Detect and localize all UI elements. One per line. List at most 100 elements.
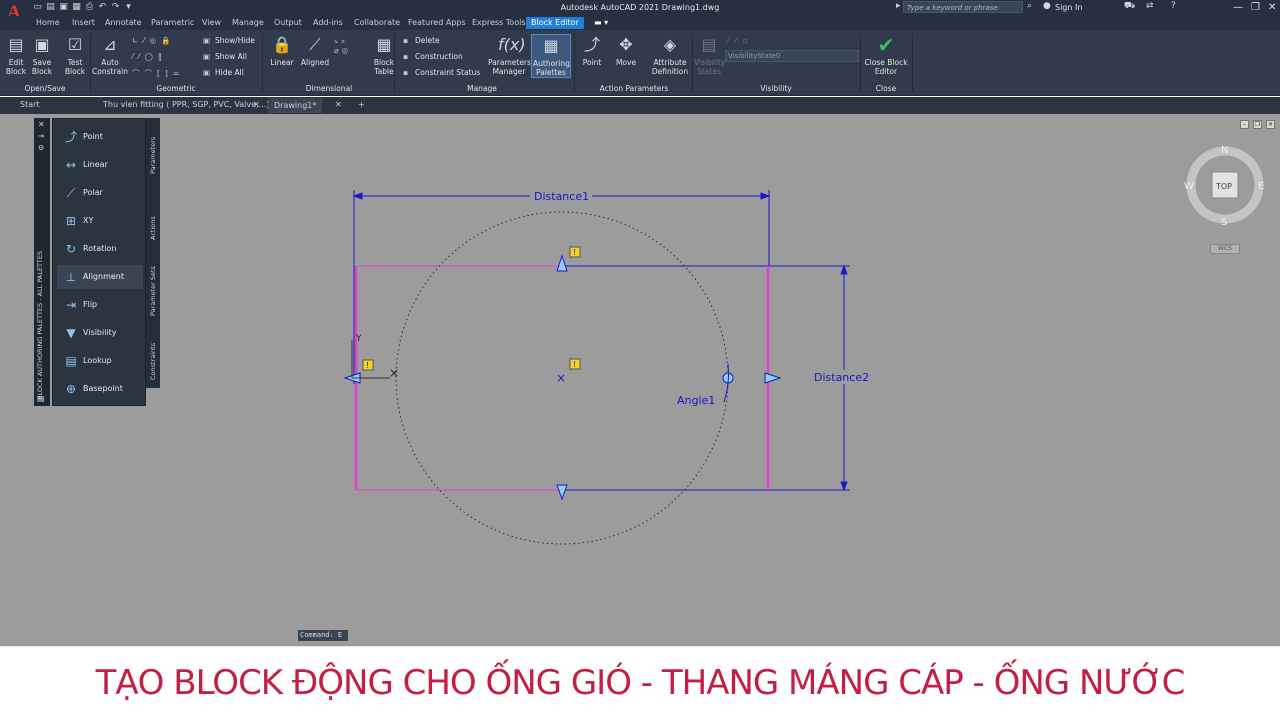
palette-tab-parameter-sets[interactable]: Parameter Sets — [149, 266, 157, 316]
panel-open-save[interactable]: Open/Save — [2, 84, 88, 93]
palette-item-basepoint[interactable]: ⊕ Basepoint — [57, 377, 143, 401]
palette-item-lookup[interactable]: ▤ Lookup — [57, 349, 143, 373]
point-parameter-button[interactable]: ⤴ Point — [578, 34, 606, 67]
palette-item-polar[interactable]: ⟋ Polar — [57, 181, 143, 205]
stretch-grip-top[interactable] — [556, 254, 568, 272]
visibility-states-button[interactable]: ▤ Visibility States — [694, 34, 725, 76]
visibility-state-select[interactable]: VisibilityState0 — [725, 50, 859, 62]
tab-add-ins[interactable]: Add-ins — [313, 18, 343, 27]
constraint-status-button[interactable]: ▪ Constraint Status — [403, 68, 480, 77]
visibility-mode-icons[interactable]: ⁄⁄▫ — [728, 36, 754, 45]
drawing-viewport[interactable]: Distance1 Distance2 Angle1 Y × × ! ! ! ✕… — [0, 114, 1280, 646]
panel-dimensional[interactable]: Dimensional — [266, 84, 392, 93]
auto-constrain-button[interactable]: ⊿ Auto Constrain — [92, 34, 128, 76]
attribute-definition-button[interactable]: ◈ Attribute Definition — [650, 34, 690, 76]
tab-overflow-icon[interactable]: ▬ ▾ — [594, 18, 608, 27]
sign-in-button[interactable]: Sign In — [1055, 3, 1082, 12]
doc-tab-drawing1[interactable]: Drawing1* — [268, 98, 323, 113]
close-icon[interactable]: ✕ — [253, 100, 260, 109]
viewport-minimize-icon[interactable]: – — [1240, 120, 1249, 129]
construction-button[interactable]: ▪ Construction — [403, 52, 463, 61]
tab-manage[interactable]: Manage — [232, 18, 264, 27]
close-icon[interactable]: ✕ — [335, 100, 342, 109]
panel-close[interactable]: Close — [862, 84, 910, 93]
minimize-icon[interactable]: — — [1233, 2, 1243, 13]
doc-tab-start[interactable]: Start — [20, 100, 40, 109]
palette-item-alignment[interactable]: ⊥ Alignment — [57, 265, 143, 289]
viewcube[interactable]: TOP N S E W — [1184, 144, 1266, 226]
panel-action-parameters[interactable]: Action Parameters — [576, 84, 692, 93]
palette-tab-parameters[interactable]: Parameters — [149, 137, 157, 174]
new-tab-icon[interactable]: + — [358, 100, 365, 109]
user-icon[interactable]: ● — [1043, 1, 1051, 11]
doc-tab-fitting-library[interactable]: Thu vien fitting ( PPR, SGP, PVC, Valve,… — [103, 100, 273, 109]
palette-menu-icon[interactable]: ▤ — [37, 394, 45, 403]
search-input[interactable]: Type a keyword or phrase — [903, 1, 1023, 13]
compass-north[interactable]: N — [1221, 145, 1228, 156]
palette-title-strip[interactable]: ✕ ⇥ ⚙ BLOCK AUTHORING PALETTES - ALL PAL… — [34, 118, 50, 406]
palette-item-visibility[interactable]: ▼ Visibility — [57, 321, 143, 345]
test-block-button[interactable]: ☑ Test Block — [62, 34, 88, 76]
dimensional-constraint-icons[interactable]: ⦣⦠ ⌀◎ — [334, 36, 351, 55]
tab-output[interactable]: Output — [274, 18, 302, 27]
distance2-dimension[interactable] — [562, 264, 850, 492]
palette-tab-actions[interactable]: Actions — [149, 216, 157, 240]
tab-view[interactable]: View — [202, 18, 221, 27]
tab-featured-apps[interactable]: Featured Apps — [408, 18, 466, 27]
block-table-button[interactable]: ▦ Block Table — [369, 34, 399, 76]
parameter-alert-badge[interactable]: ! — [569, 246, 581, 258]
auto-hide-icon[interactable]: ⇥ — [38, 132, 44, 140]
parameters-manager-button[interactable]: f(x) Parameters Manager — [488, 34, 531, 76]
restore-icon[interactable]: ❐ — [1251, 2, 1260, 13]
properties-icon[interactable]: ⚙ — [38, 144, 44, 152]
aligned-button[interactable]: ⟋ Aligned — [300, 34, 330, 67]
linear-button[interactable]: 🔒 Linear — [268, 34, 296, 67]
panel-geometric[interactable]: Geometric — [92, 84, 260, 93]
viewport-close-icon[interactable]: ✕ — [1266, 120, 1275, 129]
palette-item-linear[interactable]: ↔ Linear — [57, 153, 143, 177]
move-action-button[interactable]: ✥ Move — [612, 34, 640, 67]
panel-visibility[interactable]: Visibility — [694, 84, 858, 93]
help-icon[interactable]: ? — [1171, 1, 1176, 11]
tab-insert[interactable]: Insert — [72, 18, 95, 27]
stretch-grip-right[interactable] — [764, 372, 782, 384]
block-drawing-canvas[interactable]: Distance1 Distance2 Angle1 Y × × ! ! ! — [0, 114, 1280, 646]
exchange-icon[interactable]: ⇄ — [1146, 1, 1154, 11]
viewport-restore-icon[interactable]: ❐ — [1253, 120, 1262, 129]
show-hide-button[interactable]: ▣ Show/Hide — [203, 36, 255, 45]
authoring-palettes-button[interactable]: ▦ Authoring Palettes — [531, 34, 571, 78]
close-icon[interactable]: ✕ — [38, 120, 45, 129]
wcs-menu[interactable]: WCS — [1210, 244, 1240, 254]
close-block-editor-button[interactable]: ✔ Close Block Editor — [862, 34, 910, 76]
edit-block-button[interactable]: ▤ Edit Block — [4, 34, 28, 76]
tab-block-editor[interactable]: Block Editor — [526, 17, 584, 29]
tab-parametric[interactable]: Parametric — [151, 18, 194, 27]
geometric-constraint-icons[interactable]: ∟⁄◎🔒 — [132, 36, 175, 45]
distance1-dimension[interactable] — [352, 190, 771, 384]
geometric-constraint-icons-row3[interactable]: ⌒⌒[]= — [132, 68, 184, 79]
palette-item-xy[interactable]: ⊞ XY — [57, 209, 143, 233]
delete-button[interactable]: ▪ Delete — [403, 36, 440, 45]
parameter-alert-badge[interactable]: ! — [569, 358, 581, 370]
arrow-right-icon[interactable]: ▸ — [896, 1, 901, 11]
panel-manage[interactable]: Manage — [396, 84, 568, 93]
tab-express-tools[interactable]: Express Tools — [472, 18, 526, 27]
compass-south[interactable]: S — [1221, 217, 1227, 226]
palette-item-rotation[interactable]: ↻ Rotation — [57, 237, 143, 261]
tab-home[interactable]: Home — [36, 18, 60, 27]
palette-tab-constraints[interactable]: Constraints — [149, 343, 157, 380]
command-line[interactable]: Command: E — [298, 630, 348, 641]
tab-collaborate[interactable]: Collaborate — [354, 18, 400, 27]
compass-west[interactable]: W — [1184, 181, 1194, 192]
hide-all-button[interactable]: ▣ Hide All — [203, 68, 244, 77]
tab-annotate[interactable]: Annotate — [105, 18, 142, 27]
compass-east[interactable]: E — [1258, 181, 1264, 192]
stretch-grip-bottom[interactable] — [556, 484, 568, 501]
parameter-alert-badge[interactable]: ! — [362, 359, 374, 371]
save-block-button[interactable]: ▣ Save Block — [30, 34, 54, 76]
cart-icon[interactable]: ⛟ — [1124, 1, 1135, 12]
palette-item-point[interactable]: ⤴ Point — [57, 125, 143, 149]
geometric-constraint-icons-row2[interactable]: ⁄⁄◯‖ — [132, 52, 167, 61]
search-icon[interactable]: ⌕ — [1027, 1, 1032, 11]
show-all-button[interactable]: ▣ Show All — [203, 52, 247, 61]
